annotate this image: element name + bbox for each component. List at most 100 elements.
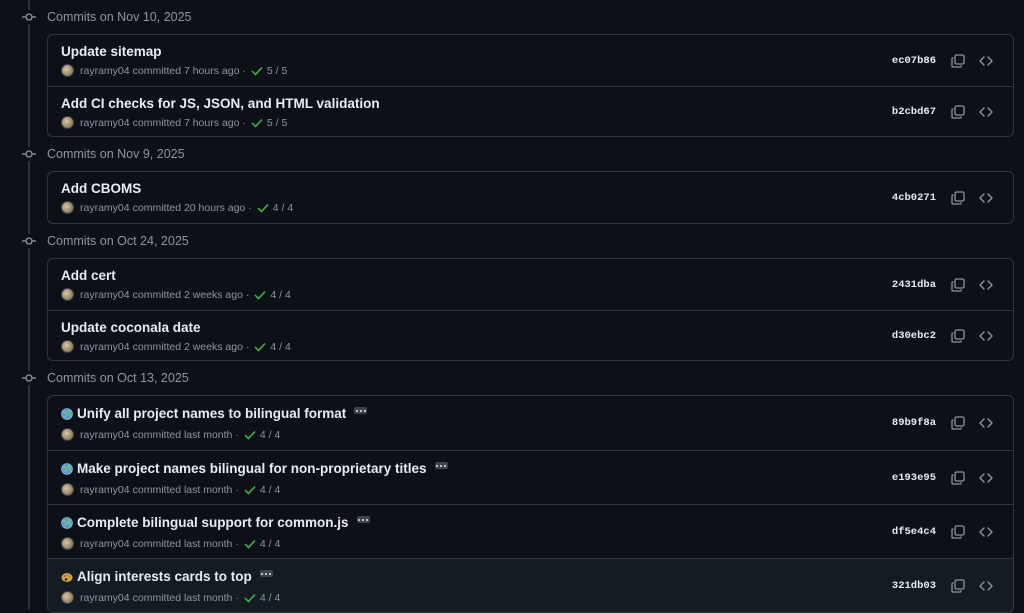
code-icon [979, 418, 993, 428]
commit-actions: d30ebc2 [892, 311, 1013, 360]
copy-sha-button[interactable] [948, 326, 968, 346]
commit-row: Add CBOMS rayramy04 committed 20 hours ago… [48, 172, 1013, 223]
expand-description-button[interactable] [259, 570, 273, 577]
avatar[interactable] [61, 537, 74, 550]
copy-sha-button[interactable] [948, 102, 968, 122]
commit-time: committed 7 hours ago [132, 116, 240, 129]
commit-actions: 89b9f8a [892, 396, 1013, 450]
check-icon[interactable] [244, 539, 256, 549]
commit-group-header: Commits on Oct 24, 2025 [0, 230, 400, 252]
checks-count[interactable]: 4 / 4 [260, 592, 280, 604]
copy-sha-button[interactable] [948, 468, 968, 488]
browse-repository-button[interactable] [976, 522, 996, 542]
commit-row: Complete bilingual support for common.js… [48, 504, 1013, 558]
commit-sha-link[interactable]: d30ebc2 [892, 330, 936, 342]
git-commit-icon [21, 234, 37, 248]
copy-sha-button[interactable] [948, 51, 968, 71]
commit-meta: rayramy04 committed 7 hours ago · 5 / 5 [61, 64, 287, 77]
commit-title-link[interactable]: Align interests cards to top [77, 569, 252, 584]
copy-sha-button[interactable] [948, 413, 968, 433]
checks-count[interactable]: 4 / 4 [260, 538, 280, 550]
browse-repository-button[interactable] [976, 413, 996, 433]
commit-group-title: Commits on Oct 24, 2025 [47, 234, 189, 248]
browse-repository-button[interactable] [976, 576, 996, 596]
checks-count[interactable]: 4 / 4 [260, 484, 280, 496]
browse-repository-button[interactable] [976, 188, 996, 208]
copy-icon [951, 328, 965, 343]
check-icon[interactable] [251, 66, 263, 76]
avatar[interactable] [61, 201, 74, 214]
commit-sha-link[interactable]: 321db03 [892, 580, 936, 592]
code-icon [979, 279, 993, 290]
check-icon[interactable] [257, 203, 269, 213]
commit-title-link[interactable]: Update coconala date [61, 320, 201, 335]
checks-count[interactable]: 4 / 4 [260, 429, 280, 441]
expand-description-button[interactable] [354, 407, 368, 414]
author-link[interactable]: rayramy04 [80, 484, 130, 496]
author-link[interactable]: rayramy04 [80, 117, 130, 129]
copy-sha-button[interactable] [948, 522, 968, 542]
commit-title-link[interactable]: Complete bilingual support for common.js [77, 515, 349, 530]
browse-repository-button[interactable] [976, 326, 996, 346]
commit-sha-link[interactable]: e193e95 [892, 472, 936, 484]
author-link[interactable]: rayramy04 [80, 202, 130, 214]
avatar[interactable] [61, 116, 74, 129]
author-link[interactable]: rayramy04 [80, 592, 130, 604]
commit-title-link[interactable]: Add cert [61, 268, 116, 283]
commit-title-link[interactable]: Add CBOMS [61, 181, 141, 196]
copy-sha-button[interactable] [948, 275, 968, 295]
commit-sha-link[interactable]: ec07b86 [892, 55, 936, 67]
avatar[interactable] [61, 64, 74, 77]
author-link[interactable]: rayramy04 [80, 429, 130, 441]
check-icon[interactable] [244, 485, 256, 495]
code-icon [979, 192, 993, 203]
checks-count[interactable]: 5 / 5 [267, 65, 287, 77]
avatar[interactable] [61, 483, 74, 496]
browse-repository-button[interactable] [976, 51, 996, 71]
commit-sha-link[interactable]: 2431dba [892, 279, 936, 291]
commit-time: committed 7 hours ago [132, 64, 240, 77]
browse-repository-button[interactable] [976, 102, 996, 122]
browse-repository-button[interactable] [976, 468, 996, 488]
avatar[interactable] [61, 428, 74, 441]
author-link[interactable]: rayramy04 [80, 65, 130, 77]
avatar[interactable] [61, 288, 74, 301]
meta-separator: · [235, 483, 239, 496]
checks-count[interactable]: 4 / 4 [270, 341, 290, 353]
author-link[interactable]: rayramy04 [80, 289, 130, 301]
commit-sha-link[interactable]: 89b9f8a [892, 417, 936, 429]
copy-sha-button[interactable] [948, 576, 968, 596]
checks-count[interactable]: 4 / 4 [273, 202, 293, 214]
commit-list: Unify all project names to bilingual for… [47, 395, 1014, 613]
check-icon[interactable] [244, 593, 256, 603]
avatar[interactable] [61, 591, 74, 604]
author-link[interactable]: rayramy04 [80, 538, 130, 550]
commit-time: committed 20 hours ago [132, 201, 246, 214]
expand-description-button[interactable] [434, 462, 448, 469]
avatar[interactable] [61, 340, 74, 353]
commit-meta: rayramy04 committed 7 hours ago · 5 / 5 [61, 116, 287, 129]
author-link[interactable]: rayramy04 [80, 341, 130, 353]
art-palette-icon [61, 572, 73, 582]
commit-group-title: Commits on Nov 9, 2025 [47, 147, 185, 161]
globe-icon [61, 516, 73, 529]
commit-time: committed last month [132, 537, 233, 550]
code-icon [979, 526, 993, 537]
commit-title-link[interactable]: Update sitemap [61, 44, 162, 59]
check-icon[interactable] [254, 290, 266, 300]
checks-count[interactable]: 5 / 5 [267, 117, 287, 129]
checks-count[interactable]: 4 / 4 [270, 289, 290, 301]
check-icon[interactable] [251, 118, 263, 128]
commit-sha-link[interactable]: df5e4c4 [892, 526, 936, 538]
copy-sha-button[interactable] [948, 188, 968, 208]
commit-sha-link[interactable]: b2cbd67 [892, 106, 936, 118]
check-icon[interactable] [244, 430, 256, 440]
expand-description-button[interactable] [356, 516, 370, 523]
commit-sha-link[interactable]: 4cb0271 [892, 192, 936, 204]
commit-title-link[interactable]: Add CI checks for JS, JSON, and HTML val… [61, 96, 380, 111]
copy-icon [951, 524, 965, 539]
check-icon[interactable] [254, 342, 266, 352]
commit-title-link[interactable]: Unify all project names to bilingual for… [77, 406, 346, 421]
browse-repository-button[interactable] [976, 275, 996, 295]
commit-title-link[interactable]: Make project names bilingual for non-pro… [77, 461, 427, 476]
